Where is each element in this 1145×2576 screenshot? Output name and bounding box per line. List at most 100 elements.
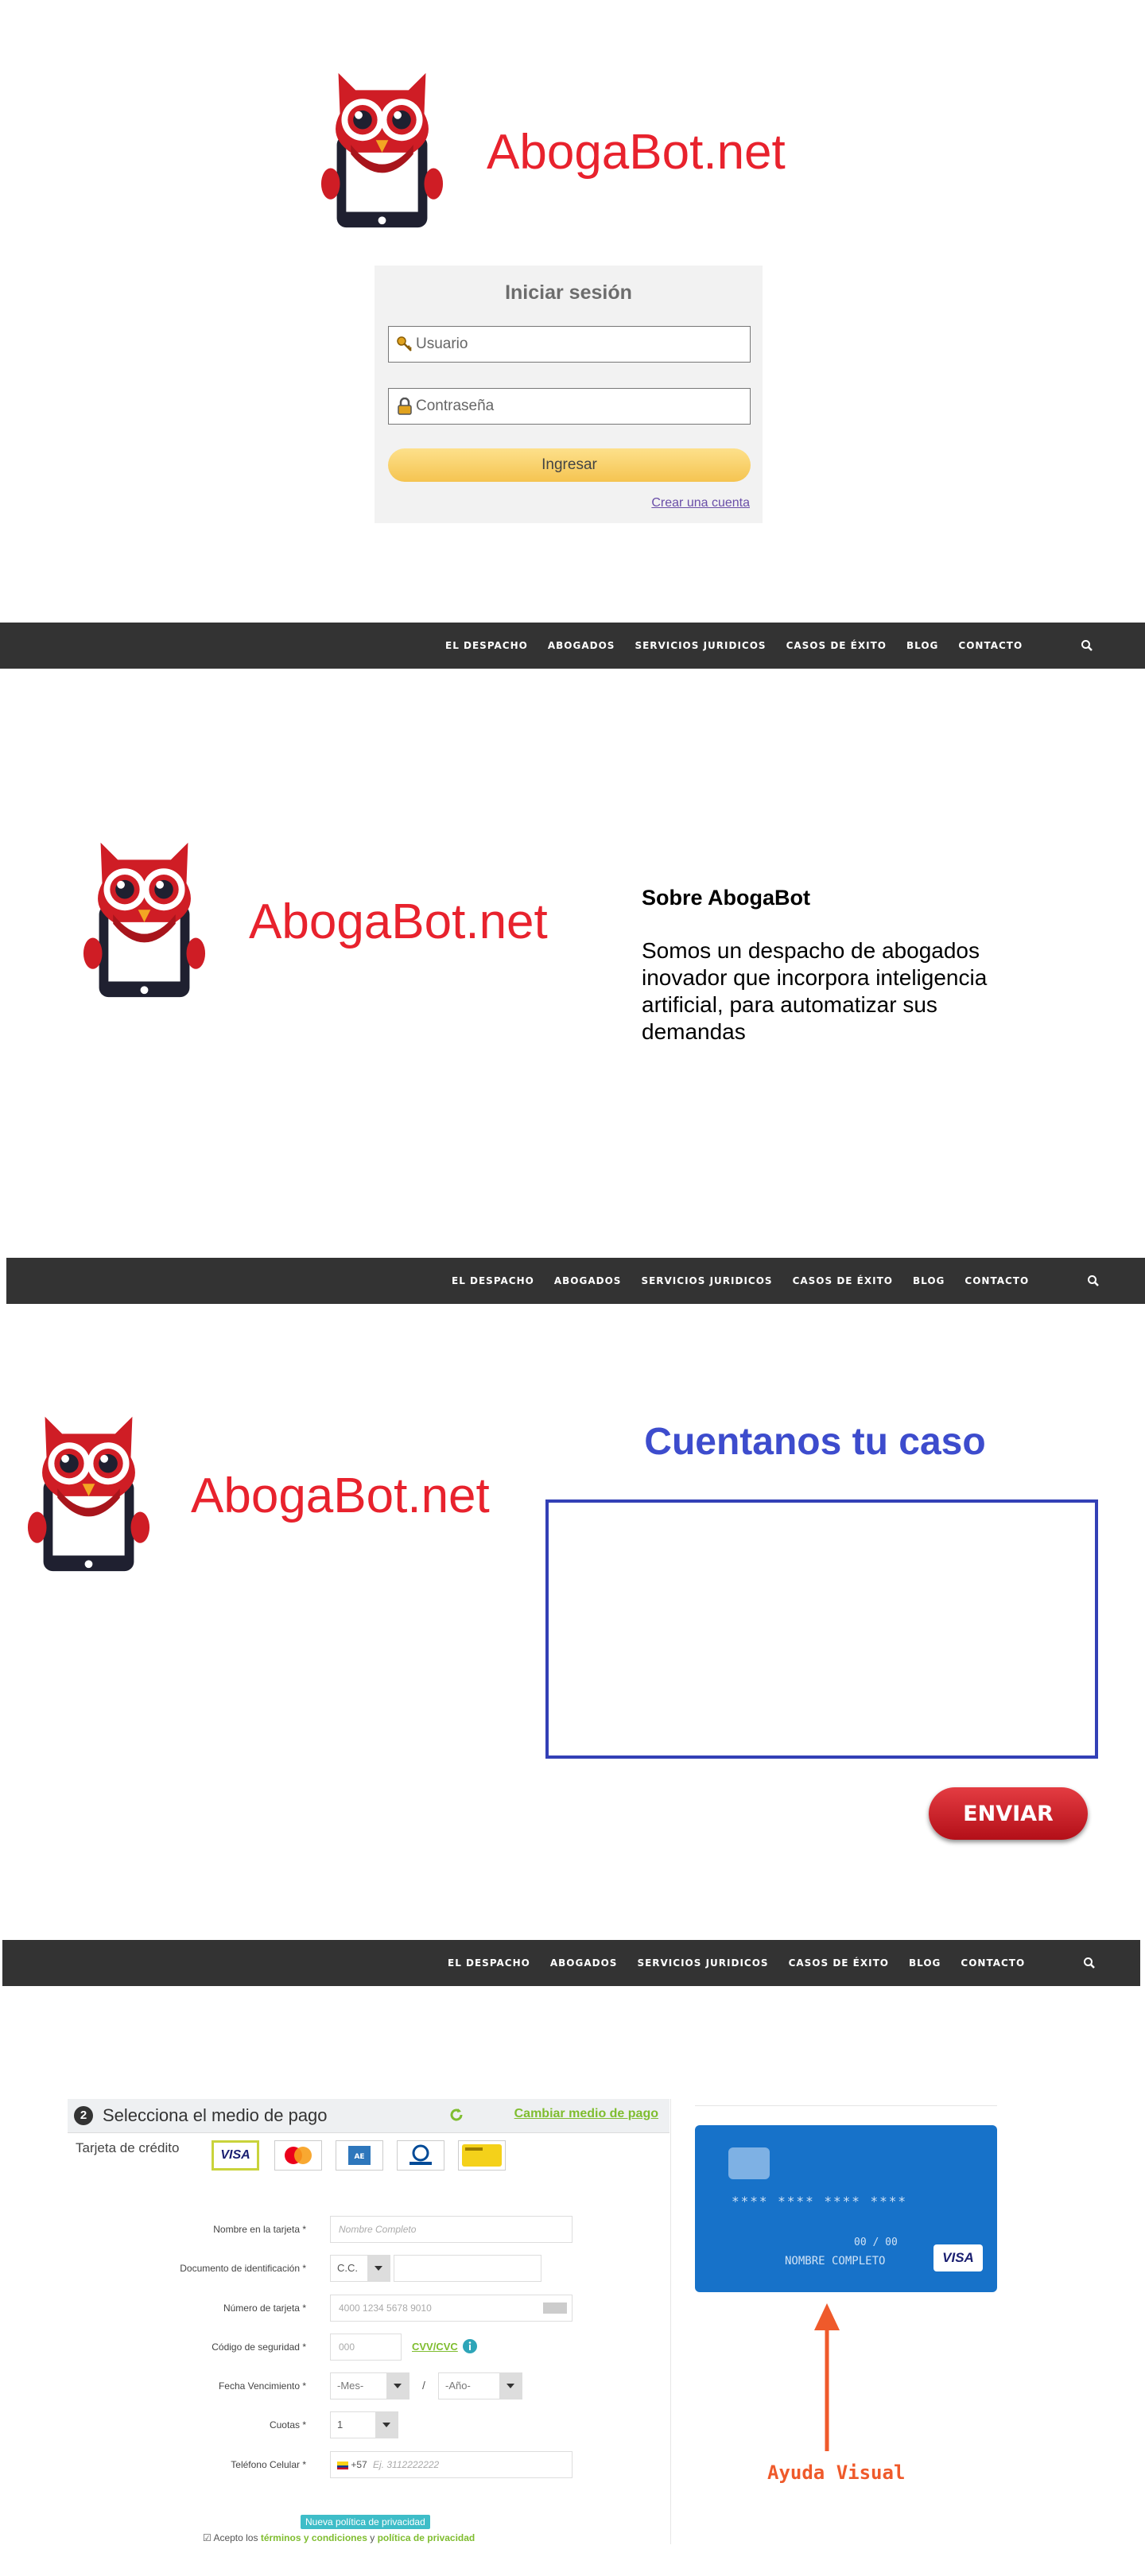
cvv-help-link[interactable]: CVV/CVC [412,2341,458,2353]
panel-divider [670,2099,671,2544]
card-preview: **** **** **** **** 00 / 00 NOMBRE COMPL… [695,2125,997,2292]
login-box: Iniciar sesión Ingresar Crear una cuenta [375,266,763,523]
privacy-link[interactable]: política de privacidad [378,2532,475,2543]
card-chip-icon [543,2302,567,2314]
case-textarea[interactable] [545,1499,1098,1759]
terms-row: ☑ Acepto los términos y condiciones y po… [203,2532,475,2543]
brand-name: AbogaBot.net [191,1468,490,1523]
nav-item-el-despacho[interactable]: EL DESPACHO [448,1957,530,1969]
cvv-label: Código de seguridad * [212,2341,306,2353]
change-payment-link[interactable]: Cambiar medio de pago [514,2107,658,2121]
year-value: -Año- [445,2380,471,2392]
brand-name: AbogaBot.net [487,125,786,180]
nav-menu: EL DESPACHO ABOGADOS SERVICIOS JURIDICOS… [448,1940,1045,1986]
nav-item-casos[interactable]: CASOS DE ÉXITO [793,1275,893,1286]
chevron-down-icon [367,2256,390,2281]
payment-header: 2 Selecciona el medio de pago Cambiar me… [68,2099,670,2133]
nav-item-abogados[interactable]: ABOGADOS [554,1275,622,1286]
navbar: EL DESPACHO ABOGADOS SERVICIOS JURIDICOS… [0,623,1145,669]
brand-name: AbogaBot.net [249,894,548,949]
visa-card-option[interactable]: VISA [212,2140,259,2171]
svg-text:AE: AE [354,2153,364,2161]
password-input[interactable] [416,398,734,415]
nav-item-blog[interactable]: BLOG [909,1957,941,1969]
nav-item-casos[interactable]: CASOS DE ÉXITO [789,1957,889,1969]
month-value: -Mes- [337,2380,364,2392]
nav-item-el-despacho[interactable]: EL DESPACHO [445,640,528,651]
payment-title: Selecciona el medio de pago [103,2105,328,2125]
installments-value: 1 [337,2419,344,2431]
terms-link[interactable]: términos y condiciones [261,2532,367,2543]
terms-prefix: Acepto los [213,2532,258,2543]
chip-icon [728,2147,770,2179]
codensa-option[interactable] [458,2140,506,2171]
card-preview-expiry: 00 / 00 [854,2237,898,2248]
nav-item-servicios[interactable]: SERVICIOS JURIDICOS [637,1957,768,1969]
owl-logo [320,65,444,232]
credit-card-label: Tarjeta de crédito [76,2140,180,2155]
nav-item-abogados[interactable]: ABOGADOS [548,640,615,651]
navbar: EL DESPACHO ABOGADOS SERVICIOS JURIDICOS… [2,1940,1140,1986]
chevron-down-icon [375,2412,398,2438]
about-text: Somos un despacho de abogados inovador q… [642,938,988,1044]
phone-input[interactable]: +57 Ej. 3112222222 [330,2451,572,2478]
owl-logo [26,1409,151,1576]
arrow-up-icon [814,2303,840,2451]
doc-type-select[interactable]: C.C. [330,2255,390,2282]
doc-number-input[interactable] [394,2255,541,2282]
username-input[interactable] [416,336,734,353]
navbar: EL DESPACHO ABOGADOS SERVICIOS JURIDICOS… [6,1258,1145,1304]
about-title: Sobre AbogaBot [642,886,810,910]
nav-item-casos[interactable]: CASOS DE ÉXITO [786,640,887,651]
installments-label: Cuotas * [269,2419,306,2431]
card-preview-holder: NOMBRE COMPLETO [785,2255,886,2268]
phone-prefix: +57 [351,2459,367,2470]
privacy-badge: Nueva política de privacidad [301,2515,430,2529]
mastercard-logo [285,2147,312,2164]
expiry-separator: / [422,2379,425,2392]
expiry-label: Fecha Vencimiento * [218,2380,306,2392]
diners-option[interactable] [397,2140,444,2171]
search-icon[interactable] [1077,1940,1101,1986]
amex-option[interactable]: AE [336,2140,383,2171]
visual-help-label: Ayuda Visual [767,2462,906,2484]
diners-logo [409,2144,432,2165]
password-field[interactable] [388,388,751,425]
info-icon[interactable] [462,2338,478,2354]
card-number-input[interactable]: 4000 1234 5678 9010 [330,2295,572,2322]
nav-item-contacto[interactable]: CONTACTO [965,1275,1029,1286]
card-name-input[interactable]: Nombre Completo [330,2216,572,2243]
username-field[interactable] [388,326,751,363]
doc-type-value: C.C. [337,2262,358,2274]
phone-placeholder: Ej. 3112222222 [373,2459,440,2470]
card-preview-number: **** **** **** **** [732,2194,908,2209]
year-select[interactable]: -Año- [438,2372,522,2399]
id-document-label: Documento de identificación * [180,2263,306,2274]
nav-item-blog[interactable]: BLOG [906,640,938,651]
codensa-logo [462,2144,502,2167]
search-icon[interactable] [1081,1258,1105,1304]
nav-item-contacto[interactable]: CONTACTO [958,640,1023,651]
send-button[interactable]: ENVIAR [929,1787,1088,1840]
nav-item-abogados[interactable]: ABOGADOS [550,1957,618,1969]
amex-logo: AE [348,2146,371,2165]
login-title: Iniciar sesión [505,281,632,304]
login-button[interactable]: Ingresar [388,448,751,482]
nav-item-servicios[interactable]: SERVICIOS JURIDICOS [635,640,766,651]
nav-item-el-despacho[interactable]: EL DESPACHO [452,1275,534,1286]
nav-menu: EL DESPACHO ABOGADOS SERVICIOS JURIDICOS… [452,1258,1049,1304]
terms-checkbox[interactable]: ☑ [203,2532,212,2543]
nav-item-servicios[interactable]: SERVICIOS JURIDICOS [641,1275,772,1286]
nav-item-contacto[interactable]: CONTACTO [961,1957,1025,1969]
search-icon[interactable] [1075,623,1099,669]
card-preview-network: VISA [933,2244,983,2271]
terms-and: y [370,2532,375,2543]
installments-select[interactable]: 1 [330,2411,398,2438]
key-icon [394,336,416,353]
create-account-link[interactable]: Crear una cuenta [651,496,750,510]
month-select[interactable]: -Mes- [330,2372,409,2399]
payment-form: 2 Selecciona el medio de pago Cambiar me… [68,2099,672,2544]
mastercard-option[interactable] [274,2140,322,2171]
cvv-input[interactable]: 000 [330,2334,402,2361]
nav-item-blog[interactable]: BLOG [913,1275,945,1286]
